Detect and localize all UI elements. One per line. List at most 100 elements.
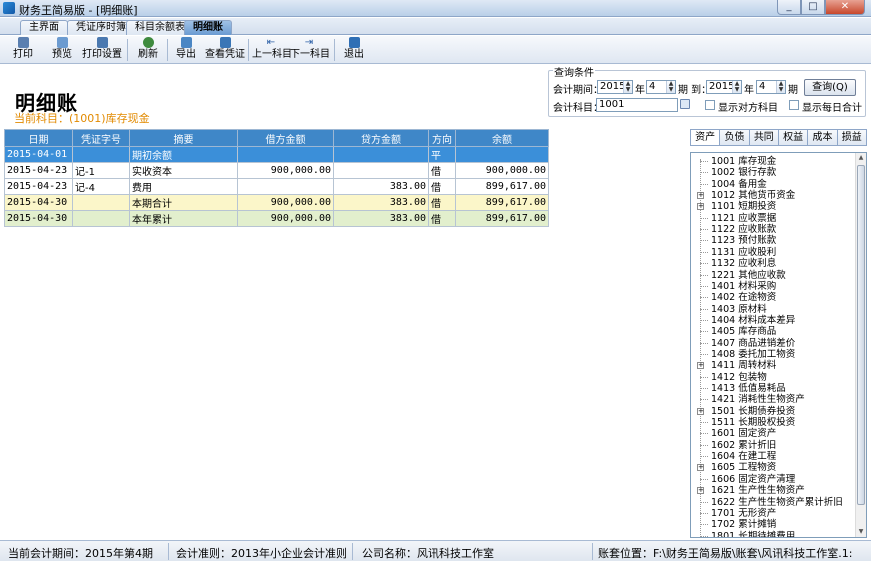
from-year-spinner[interactable]: 2015 ▲ ▼ [597, 80, 633, 94]
tree-item[interactable]: 1801 长期待摊费用 [691, 531, 853, 537]
tree-item[interactable]: 1407 商品进销差价 [691, 338, 853, 349]
tree-item[interactable]: 1412 包装物 [691, 372, 853, 383]
tree-item[interactable]: +1501 长期债券投资 [691, 406, 853, 417]
tab-cost[interactable]: 成本 [807, 129, 837, 146]
tree-item[interactable]: +1012 其他货币资金 [691, 190, 853, 201]
show-counter-checkbox[interactable] [705, 100, 715, 110]
tab-profit-loss[interactable]: 损益 [836, 129, 867, 146]
export-button[interactable]: 导出 [171, 37, 201, 63]
tree-item[interactable]: 1421 消耗性生物资产 [691, 394, 853, 405]
column-header[interactable]: 摘要 [129, 129, 238, 147]
spinner-arrows-icon[interactable]: ▲ ▼ [776, 81, 785, 93]
preview-button[interactable]: 预览 [47, 37, 77, 63]
prev-subject-button[interactable]: ⇤ 上一科目 [252, 37, 292, 63]
column-header[interactable]: 借方金额 [237, 129, 334, 147]
expand-icon[interactable]: + [697, 487, 704, 495]
print-settings-button[interactable]: 打印设置 [82, 37, 122, 63]
refresh-button[interactable]: 刷新 [133, 37, 163, 63]
column-header[interactable]: 余额 [455, 129, 549, 147]
scroll-up-icon[interactable]: ▲ [856, 153, 866, 163]
to-month-spinner[interactable]: 4 ▲ ▼ [756, 80, 786, 94]
debit-cell [237, 146, 334, 163]
tab-liabilities[interactable]: 负债 [719, 129, 749, 146]
expand-icon[interactable]: + [697, 407, 704, 415]
tab-main[interactable]: 主界面 [20, 20, 68, 35]
tree-item[interactable]: 1511 长期股权投资 [691, 417, 853, 428]
exit-button[interactable]: 退出 [340, 37, 368, 63]
tree-item[interactable]: 1606 固定资产清理 [691, 474, 853, 485]
spinner-arrows-icon[interactable]: ▲ ▼ [623, 81, 632, 93]
window-controls: _ □ ✕ [777, 0, 865, 15]
tree-item[interactable]: 1121 应收票据 [691, 213, 853, 224]
tree-item[interactable]: 1001 库存现金 [691, 156, 853, 167]
tree-item[interactable]: 1123 预付账款 [691, 235, 853, 246]
column-header[interactable]: 凭证字号 [72, 129, 130, 147]
search-button[interactable]: 查询(Q) [804, 79, 856, 96]
close-button[interactable]: ✕ [825, 0, 865, 15]
tree-item[interactable]: 1132 应收利息 [691, 258, 853, 269]
tree-item[interactable]: 1002 银行存款 [691, 167, 853, 178]
subject-picker-icon[interactable] [680, 99, 690, 109]
scroll-thumb[interactable] [857, 165, 865, 505]
tab-equity[interactable]: 权益 [777, 129, 808, 146]
toolbar-separator [167, 39, 168, 61]
tree-item[interactable]: 1622 生产性生物资产累计折旧 [691, 497, 853, 508]
tree-item[interactable]: 1131 应收股利 [691, 247, 853, 258]
expand-icon[interactable]: + [697, 203, 704, 211]
tree-item[interactable]: 1403 原材料 [691, 304, 853, 315]
direction-cell: 借 [428, 194, 456, 211]
tree-item[interactable]: +1605 工程物资 [691, 462, 853, 473]
expand-icon[interactable]: + [697, 362, 704, 370]
tree-item[interactable]: +1411 周转材料 [691, 360, 853, 371]
tree-item[interactable]: 1602 累计折旧 [691, 440, 853, 451]
tab-assets[interactable]: 资产 [690, 129, 720, 146]
scroll-down-icon[interactable]: ▼ [856, 527, 866, 537]
print-button[interactable]: 打印 [8, 37, 38, 63]
tree-item[interactable]: 1413 低值易耗品 [691, 383, 853, 394]
next-subject-button[interactable]: ⇥ 下一科目 [290, 37, 330, 63]
tree-item[interactable]: 1221 其他应收款 [691, 270, 853, 281]
maximize-button[interactable]: □ [801, 0, 825, 15]
tab-detail-ledger[interactable]: 明细账 [184, 20, 232, 35]
table-row[interactable]: 2015-04-01 期初余额 平 [4, 146, 549, 163]
tree-item[interactable]: 1601 固定资产 [691, 428, 853, 439]
credit-cell: 383.00 [333, 210, 429, 227]
tree-item[interactable]: 1405 库存商品 [691, 326, 853, 337]
expand-icon[interactable]: + [697, 464, 704, 472]
view-voucher-button[interactable]: 查看凭证 [205, 37, 245, 63]
tree-item[interactable]: +1101 短期投资 [691, 201, 853, 212]
column-header[interactable]: 日期 [4, 129, 73, 147]
minimize-button[interactable]: _ [777, 0, 801, 15]
column-header[interactable]: 方向 [428, 129, 456, 147]
expand-icon[interactable]: + [697, 192, 704, 200]
table-row[interactable]: 2015-04-30 本年累计 900,000.00 383.00 借 899,… [4, 210, 549, 227]
subject-tree[interactable]: ▲ ▼ 1001 库存现金 1002 银行存款 1004 备用金 +1012 其他货币… [690, 152, 867, 538]
subject-input[interactable]: 1001 [596, 98, 678, 112]
tree-scrollbar[interactable]: ▲ ▼ [855, 153, 866, 537]
table-row[interactable]: 2015-04-30 本期合计 900,000.00 383.00 借 899,… [4, 194, 549, 211]
spinner-arrows-icon[interactable]: ▲ ▼ [666, 81, 675, 93]
tree-item-label: 1403 原材料 [711, 303, 767, 315]
to-year-spinner[interactable]: 2015 ▲ ▼ [706, 80, 742, 94]
tab-common[interactable]: 共同 [748, 129, 778, 146]
from-month-spinner[interactable]: 4 ▲ ▼ [646, 80, 676, 94]
tree-item[interactable]: 1401 材料采购 [691, 281, 853, 292]
tree-item[interactable]: 1402 在途物资 [691, 292, 853, 303]
tree-item[interactable]: 1408 委托加工物资 [691, 349, 853, 360]
spinner-arrows-icon[interactable]: ▲ ▼ [732, 81, 741, 93]
column-header[interactable]: 贷方金额 [333, 129, 429, 147]
voucher-cell[interactable]: 记-4 [72, 178, 130, 195]
tree-item[interactable]: 1701 无形资产 [691, 508, 853, 519]
tree-item[interactable]: 1122 应收账款 [691, 224, 853, 235]
tree-item[interactable]: 1604 在建工程 [691, 451, 853, 462]
table-row[interactable]: 2015-04-23 记-4 费用 383.00 借 899,617.00 [4, 178, 549, 195]
tree-item[interactable]: +1621 生产性生物资产 [691, 485, 853, 496]
tree-item[interactable]: 1404 材料成本差异 [691, 315, 853, 326]
tab-voucher-journal[interactable]: 凭证序时簿 [67, 20, 135, 35]
show-daily-checkbox[interactable] [789, 100, 799, 110]
voucher-cell[interactable]: 记-1 [72, 162, 130, 179]
tree-item[interactable]: 1702 累计摊销 [691, 519, 853, 530]
tree-connector [700, 388, 708, 389]
tree-item[interactable]: 1004 备用金 [691, 179, 853, 190]
table-row[interactable]: 2015-04-23 记-1 实收资本 900,000.00 借 900,000… [4, 162, 549, 179]
